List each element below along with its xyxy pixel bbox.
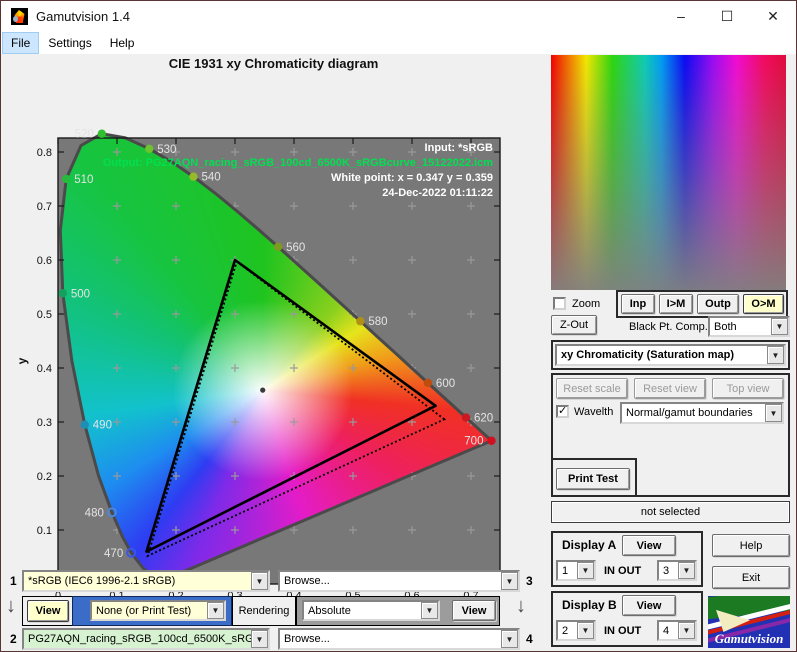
chevron-down-icon[interactable]: ▼	[678, 562, 695, 579]
display-b-in-value: 2	[562, 624, 569, 637]
browse-top-value: Browse...	[284, 575, 330, 587]
slot3-label: 3	[526, 574, 533, 588]
chevron-down-icon[interactable]: ▼	[771, 318, 788, 335]
gamutvision-logo-text: Gamutvision	[714, 631, 784, 646]
chevron-down-icon[interactable]: ▼	[678, 622, 695, 639]
print-test-button[interactable]: Print Test	[556, 468, 630, 490]
maximize-button[interactable]: ☐	[704, 1, 750, 32]
display-b-inout-label: IN OUT	[604, 625, 642, 637]
top-view-button[interactable]: Top view	[712, 378, 784, 399]
chevron-down-icon[interactable]: ▼	[767, 346, 784, 364]
gamutvision-logo: Gamutvision	[708, 596, 790, 648]
svg-text:y: y	[15, 357, 29, 364]
down-arrow-icon: ↓	[6, 595, 16, 617]
input-profile-select[interactable]: *sRGB (IEC6 1996-2.1 sRGB) ▼	[22, 570, 270, 592]
title-bar: Gamutvision 1.4 – ☐ ✕	[1, 1, 796, 32]
display-a-in-value: 1	[562, 564, 569, 577]
help-button[interactable]: Help	[712, 534, 790, 557]
menu-help[interactable]: Help	[102, 33, 143, 53]
input-profile-value: *sRGB (IEC6 1996-2.1 sRGB)	[24, 575, 251, 587]
boundaries-select[interactable]: Normal/gamut boundaries ▼	[620, 402, 784, 424]
close-button[interactable]: ✕	[750, 1, 796, 32]
view-mode-value: xy Chromaticity (Saturation map)	[561, 349, 734, 361]
wavelth-checkbox[interactable]: ✓	[556, 405, 569, 418]
test-pattern-value: None (or Print Test)	[92, 604, 207, 617]
menu-bar: File Settings Help	[1, 32, 796, 54]
app-icon	[11, 8, 28, 25]
chevron-down-icon[interactable]: ▼	[501, 572, 518, 590]
display-a-out-value: 3	[663, 564, 670, 577]
app-window: CIE 1931 xy Chromaticity diagram 00.10.2…	[0, 0, 797, 652]
svg-text:0.1: 0.1	[37, 525, 52, 537]
display-b-out-value: 4	[663, 624, 670, 637]
inp-button[interactable]: Inp	[621, 294, 655, 314]
view-input-button[interactable]: View	[27, 600, 69, 622]
svg-text:0.6: 0.6	[37, 255, 52, 267]
browse-top-select[interactable]: Browse... ▼	[278, 570, 520, 592]
output-profile-select[interactable]: PG27AQN_racing_sRGB_100cd_6500K_sRGBc ▼	[22, 628, 270, 650]
chevron-down-icon[interactable]: ▼	[421, 602, 438, 619]
rendering-intent-value: Absolute	[308, 604, 351, 617]
black-pt-comp-label: Black Pt. Comp.	[629, 321, 708, 333]
minimize-button[interactable]: –	[658, 1, 704, 32]
black-pt-comp-value: Both	[714, 320, 737, 333]
view-output-button[interactable]: View	[452, 600, 496, 621]
chevron-down-icon[interactable]: ▼	[207, 602, 224, 619]
z-out-button[interactable]: Z-Out	[551, 315, 597, 335]
svg-text:0.4: 0.4	[37, 363, 52, 375]
display-a-out-select[interactable]: 3 ▼	[657, 560, 697, 581]
display-b-out-select[interactable]: 4 ▼	[657, 620, 697, 641]
view-mode-select[interactable]: xy Chromaticity (Saturation map) ▼	[555, 344, 786, 366]
browse-bottom-value: Browse...	[284, 633, 330, 645]
exit-button[interactable]: Exit	[712, 566, 790, 589]
chevron-down-icon[interactable]: ▼	[251, 630, 268, 648]
svg-text:0.5: 0.5	[37, 309, 52, 321]
output-profile-value: PG27AQN_racing_sRGB_100cd_6500K_sRGBc	[24, 633, 251, 645]
rendering-label-box: Rendering	[232, 596, 296, 626]
svg-text:0.8: 0.8	[37, 147, 52, 159]
svg-text:0.2: 0.2	[37, 471, 52, 483]
slot2-label: 2	[10, 632, 17, 646]
hue-saturation-gradient[interactable]	[551, 55, 786, 290]
display-a-title: Display A	[562, 538, 617, 552]
chevron-down-icon[interactable]: ▼	[577, 622, 594, 639]
menu-settings[interactable]: Settings	[40, 33, 99, 53]
display-b-title: Display B	[562, 598, 617, 612]
boundaries-value: Normal/gamut boundaries	[626, 407, 753, 419]
display-a-inout-label: IN OUT	[604, 565, 642, 577]
window-title: Gamutvision 1.4	[36, 9, 130, 24]
chromaticity-figure: CIE 1931 xy Chromaticity diagram 00.10.2…	[1, 54, 545, 616]
svg-text:0.7: 0.7	[37, 201, 52, 213]
slot4-label: 4	[526, 632, 533, 646]
outp-button[interactable]: Outp	[697, 294, 739, 314]
chevron-down-icon[interactable]: ▼	[765, 404, 782, 422]
test-pattern-select[interactable]: None (or Print Test) ▼	[90, 600, 226, 621]
o-to-m-button[interactable]: O>M	[743, 294, 784, 314]
wavelth-checkbox-label: Wavelth	[574, 406, 614, 418]
browse-bottom-select[interactable]: Browse... ▼	[278, 628, 520, 650]
svg-text:0.3: 0.3	[37, 417, 52, 429]
slot1-label: 1	[10, 574, 17, 588]
down-arrow-icon: ↓	[516, 595, 526, 617]
zoom-checkbox-label: Zoom	[572, 298, 601, 310]
menu-file[interactable]: File	[3, 33, 39, 53]
chart-title: CIE 1931 xy Chromaticity diagram	[168, 56, 379, 71]
display-b-view-button[interactable]: View	[622, 595, 676, 616]
status-box: not selected	[551, 501, 790, 523]
display-a-view-button[interactable]: View	[622, 535, 676, 556]
zoom-checkbox[interactable]	[553, 297, 566, 310]
display-b-in-select[interactable]: 2 ▼	[556, 620, 596, 641]
chevron-down-icon[interactable]: ▼	[251, 572, 268, 590]
reset-view-button[interactable]: Reset view	[634, 378, 706, 399]
rendering-label: Rendering	[238, 605, 290, 617]
reset-scale-button[interactable]: Reset scale	[556, 378, 628, 399]
chevron-down-icon[interactable]: ▼	[577, 562, 594, 579]
black-pt-comp-select[interactable]: Both ▼	[708, 316, 790, 337]
chevron-down-icon[interactable]: ▼	[501, 630, 518, 648]
i-to-m-button[interactable]: I>M	[659, 294, 693, 314]
display-a-in-select[interactable]: 1 ▼	[556, 560, 596, 581]
rendering-intent-select[interactable]: Absolute ▼	[302, 600, 440, 621]
